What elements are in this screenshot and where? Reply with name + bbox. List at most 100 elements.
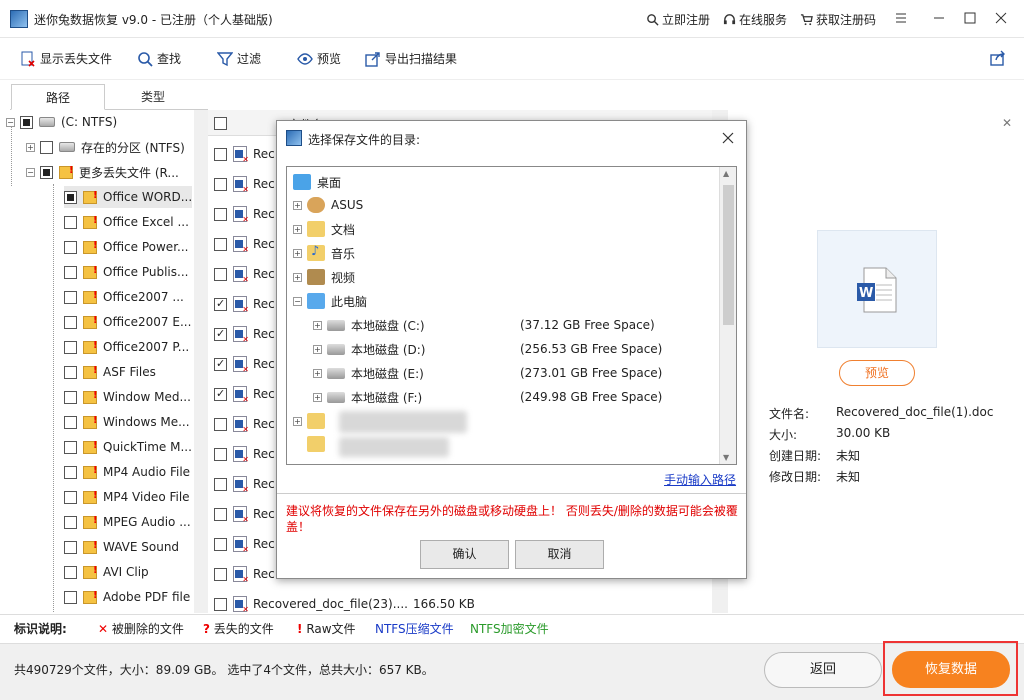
filter-button[interactable]: 过滤	[217, 50, 261, 67]
checkbox[interactable]	[214, 177, 227, 191]
file-row[interactable]: Rec	[214, 439, 275, 469]
maximize-button[interactable]	[955, 4, 985, 32]
directory-tree-scrollbar[interactable]: ▲ ▼	[719, 167, 736, 464]
checkbox[interactable]	[214, 537, 227, 551]
get-code-link[interactable]: 获取注册码	[800, 11, 876, 28]
dialog-close-button[interactable]	[716, 128, 740, 148]
tree-scrollbar[interactable]	[194, 110, 208, 613]
node-this-pc[interactable]: − 此电脑	[293, 290, 367, 312]
node-redacted-2[interactable]: +	[293, 433, 331, 455]
file-row[interactable]: Rec	[214, 499, 275, 529]
show-lost-files-button[interactable]: 显示丢失文件	[20, 50, 112, 67]
collapse-toggle[interactable]: −	[26, 167, 35, 177]
file-row[interactable]: Rec	[214, 319, 275, 349]
expand-toggle[interactable]: +	[293, 272, 302, 282]
checkbox[interactable]	[64, 265, 77, 279]
expand-toggle[interactable]: +	[313, 320, 322, 330]
online-service-link[interactable]: 在线服务	[723, 11, 787, 28]
file-row[interactable]: Rec	[214, 289, 275, 319]
checkbox[interactable]	[64, 340, 77, 354]
minimize-button[interactable]	[924, 4, 954, 32]
checkbox[interactable]	[214, 207, 227, 221]
checkbox[interactable]	[214, 567, 227, 581]
scroll-up-icon[interactable]: ▲	[723, 169, 729, 178]
checkbox[interactable]	[214, 597, 227, 611]
checkbox[interactable]	[214, 297, 227, 311]
checkbox[interactable]	[64, 215, 77, 229]
checkbox[interactable]	[214, 417, 227, 431]
tree-item[interactable]: Office WORD...	[64, 186, 193, 208]
node-video[interactable]: + 视频	[293, 266, 355, 288]
tree-item[interactable]: MP4 Video File	[64, 486, 190, 508]
checkbox[interactable]	[64, 465, 77, 479]
tree-root[interactable]: − (C: NTFS)	[6, 111, 117, 133]
tree-existing-partition[interactable]: + 存在的分区 (NTFS)	[26, 136, 185, 158]
scroll-thumb[interactable]	[723, 185, 734, 325]
checkbox[interactable]	[64, 365, 77, 379]
checkbox[interactable]	[64, 490, 77, 504]
tree-more-lost[interactable]: − 更多丢失文件 (R...	[26, 161, 179, 183]
share-button[interactable]	[990, 50, 1006, 66]
checkbox[interactable]	[64, 190, 77, 204]
manual-path-link[interactable]: 手动输入路径	[664, 471, 736, 488]
expand-toggle[interactable]: +	[313, 392, 322, 402]
node-disk-e[interactable]: + 本地磁盘 (E:)	[313, 362, 424, 384]
recover-data-button[interactable]: 恢复数据	[892, 651, 1010, 688]
scroll-down-icon[interactable]: ▼	[723, 453, 729, 462]
checkbox[interactable]	[40, 165, 53, 179]
file-row[interactable]: Rec	[214, 229, 275, 259]
tree-item[interactable]: ASF Files	[64, 361, 156, 383]
tab-type[interactable]: 类型	[106, 84, 200, 110]
file-row[interactable]: Rec	[214, 139, 275, 169]
collapse-toggle[interactable]: −	[6, 117, 15, 127]
node-disk-d[interactable]: + 本地磁盘 (D:)	[313, 338, 425, 360]
checkbox[interactable]	[214, 237, 227, 251]
find-button[interactable]: 查找	[137, 50, 181, 67]
tree-item[interactable]: WAVE Sound	[64, 536, 179, 558]
preview-toolbar-button[interactable]: 预览	[297, 50, 341, 67]
file-row[interactable]: Rec	[214, 349, 275, 379]
checkbox[interactable]	[40, 140, 53, 154]
expand-toggle[interactable]: +	[26, 142, 35, 152]
expand-toggle[interactable]: +	[293, 248, 302, 258]
checkbox[interactable]	[64, 415, 77, 429]
checkbox[interactable]	[64, 290, 77, 304]
tree-item[interactable]: Windows Me...	[64, 411, 190, 433]
tree-item[interactable]: Adobe PDF file	[64, 586, 190, 608]
register-now-link[interactable]: 立即注册	[646, 11, 710, 28]
file-row[interactable]: Rec	[214, 409, 275, 439]
checkbox[interactable]	[64, 565, 77, 579]
expand-toggle[interactable]: +	[293, 416, 302, 426]
tab-path[interactable]: 路径	[11, 84, 105, 110]
tree-item[interactable]: AVI Clip	[64, 561, 149, 583]
close-preview-icon[interactable]: ✕	[1002, 116, 1012, 130]
node-disk-f[interactable]: + 本地磁盘 (F:)	[313, 386, 422, 408]
node-desktop[interactable]: 桌面	[293, 171, 341, 193]
tree-item[interactable]: MP4 Audio File	[64, 461, 190, 483]
tree-item[interactable]: QuickTime M...	[64, 436, 192, 458]
cancel-button[interactable]: 取消	[515, 540, 604, 569]
node-disk-c[interactable]: + 本地磁盘 (C:)	[313, 314, 425, 336]
select-all-checkbox[interactable]	[214, 117, 227, 130]
checkbox[interactable]	[214, 267, 227, 281]
export-scan-button[interactable]: 导出扫描结果	[365, 50, 457, 67]
file-row[interactable]: Rec	[214, 379, 275, 409]
preview-button[interactable]: 预览	[839, 360, 915, 386]
checkbox[interactable]	[214, 447, 227, 461]
expand-toggle[interactable]: +	[293, 200, 302, 210]
expand-toggle[interactable]: +	[313, 344, 322, 354]
checkbox[interactable]	[214, 477, 227, 491]
checkbox[interactable]	[64, 315, 77, 329]
checkbox[interactable]	[64, 540, 77, 554]
checkbox[interactable]	[64, 390, 77, 404]
node-redacted-1[interactable]: +	[293, 410, 331, 432]
expand-toggle[interactable]: +	[293, 224, 302, 234]
tree-item[interactable]: Office Excel ...	[64, 211, 189, 233]
confirm-button[interactable]: 确认	[420, 540, 509, 569]
node-documents[interactable]: + 文档	[293, 218, 355, 240]
checkbox[interactable]	[214, 507, 227, 521]
file-row[interactable]: Rec	[214, 469, 275, 499]
file-row[interactable]: Rec	[214, 559, 275, 589]
expand-toggle[interactable]: +	[313, 368, 322, 378]
file-row[interactable]: Rec	[214, 529, 275, 559]
